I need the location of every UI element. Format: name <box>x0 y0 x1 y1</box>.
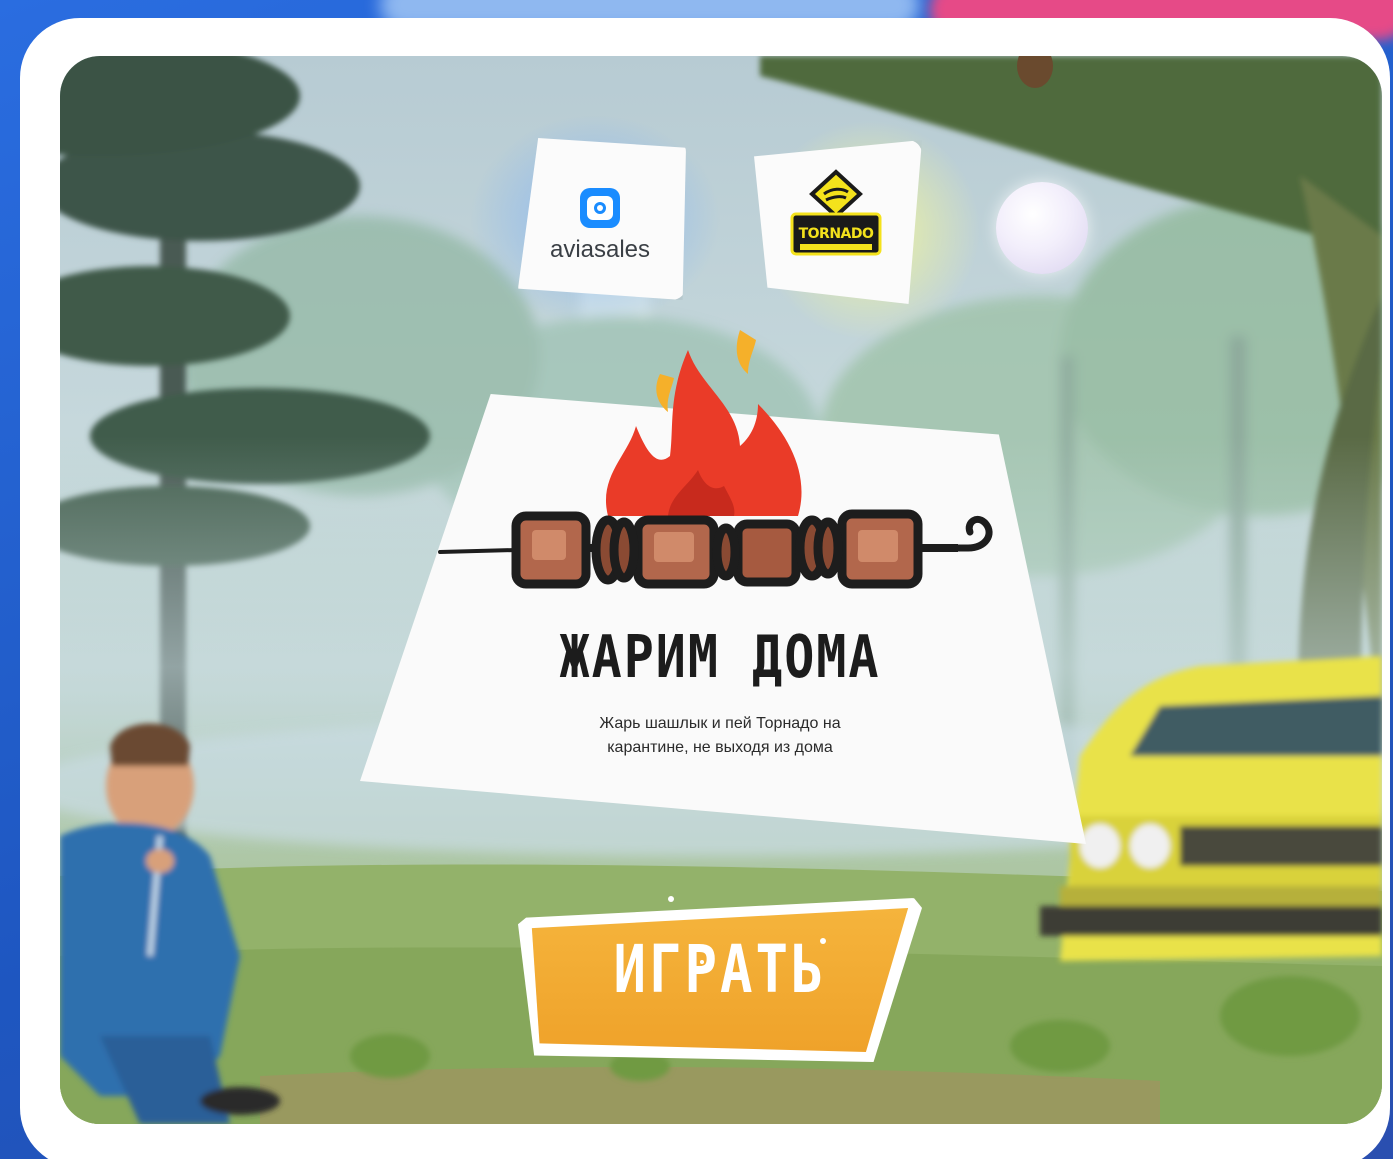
game-subtitle: Жарь шашлык и пей Торнадо на карантине, … <box>520 712 920 760</box>
tornado-logo-icon <box>790 169 882 256</box>
moon-decoration <box>996 182 1088 274</box>
aviasales-logo-icon <box>580 188 620 228</box>
game-screen: aviasales TORNADO ЖАРИМ ДОМА Жарь шашлык… <box>0 0 1393 1159</box>
sparkle-decoration <box>820 938 826 944</box>
tornado-logo-text: TORNADO <box>798 226 874 242</box>
fire-skewer-icon <box>438 330 993 589</box>
sparkle-decoration <box>668 896 674 902</box>
sparkle-decoration <box>700 960 704 964</box>
subtitle-line: карантине, не выходя из дома <box>607 739 833 756</box>
subtitle-line: Жарь шашлык и пей Торнадо на <box>599 715 841 732</box>
play-button[interactable] <box>518 898 922 1062</box>
game-title: ЖАРИМ ДОМА <box>559 622 881 692</box>
aviasales-logo-text: aviasales <box>549 236 651 263</box>
play-button-fill <box>531 908 909 1052</box>
